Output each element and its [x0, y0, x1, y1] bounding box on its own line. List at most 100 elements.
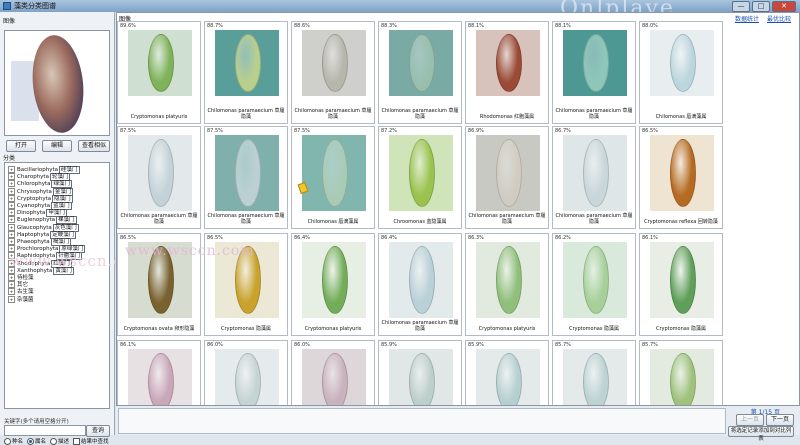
minimize-button[interactable]: —	[732, 1, 750, 12]
similarity-score: 88.7%	[207, 23, 223, 29]
tree-item-label: 杂藻菌	[17, 296, 34, 303]
algae-cell-shape	[148, 353, 174, 405]
thumbnail-cell[interactable]: 86.7% Chilomonas paramaecium 草履隐藻	[552, 126, 636, 229]
thumbnail-cell[interactable]: 86.4% Chilomonas paramaecium 草履隐藻	[378, 233, 462, 336]
maximize-button[interactable]: □	[752, 1, 770, 12]
algae-cell-shape	[322, 353, 348, 405]
thumbnail-cell[interactable]: 86.1%	[117, 340, 201, 405]
algae-cell-shape	[322, 34, 348, 92]
algae-thumbnail	[389, 349, 453, 405]
next-page-button[interactable]: 下一页	[766, 414, 794, 426]
tree-label: 分类	[3, 155, 16, 162]
algae-thumbnail	[563, 135, 627, 211]
algae-thumbnail	[563, 242, 627, 318]
edit-button[interactable]: 编辑	[42, 140, 72, 152]
watermark: www.wsccn.com	[125, 243, 255, 259]
thumbnail-cell[interactable]: 88.0% Chilomonas 唇滴藻属	[639, 21, 723, 124]
search-button[interactable]: 查询	[86, 425, 110, 437]
search-in-results-checkbox[interactable]: 结果中查找	[73, 437, 109, 445]
algae-cell-shape	[670, 353, 696, 405]
similarity-score: 86.5%	[642, 128, 658, 134]
algae-thumbnail	[476, 349, 540, 405]
similarity-score: 86.9%	[468, 128, 484, 134]
thumbnail-cell[interactable]: 86.1% Cryptomonas 隐藻属	[639, 233, 723, 336]
thumbnail-cell[interactable]: 87.2% Chroomonas 蓝隐藻属	[378, 126, 462, 229]
keyword-label: 关键字(多个请用空格分开)	[4, 419, 69, 425]
thumbnail-cell[interactable]: 88.1% Rhodomonas 红胞藻属	[465, 21, 549, 124]
thumbnail-cell[interactable]: 88.1% Chilomonas paramaecium 草履隐藻	[552, 21, 636, 124]
thumbnail-cell[interactable]: 87.5% Chilomonas 唇滴藻属	[291, 126, 375, 229]
species-caption: Chroomonas 蓝隐藻属	[393, 219, 447, 225]
species-caption: Rhodomonas 红胞藻属	[479, 114, 535, 120]
algae-thumbnail	[563, 30, 627, 96]
thumbnail-cell[interactable]: 86.3% Cryptomonas platyuris	[465, 233, 549, 336]
thumbnail-cell[interactable]: 88.3% Chilomonas paramaecium 草履隐藻	[378, 21, 462, 124]
species-caption: Chilomonas paramaecium 草履隐藻	[207, 213, 285, 225]
algae-cell-shape	[583, 353, 609, 405]
species-caption: Cryptomonas 隐藻属	[220, 326, 272, 332]
left-panel: 图像 打开 编辑 查看相似 分类 + Bacillariophyta 硅藻门 + Cha…	[0, 12, 147, 445]
close-button[interactable]: ✕	[772, 1, 796, 12]
prev-page-button[interactable]: 上一页	[736, 414, 764, 426]
expand-icon[interactable]: +	[8, 295, 15, 303]
thumbnail-cell[interactable]: 87.5% Chilomonas paramaecium 草履隐藻	[204, 126, 288, 229]
thumbnail-cell[interactable]: 86.2% Cryptomonas 隐藻属	[552, 233, 636, 336]
species-caption: Chilomonas paramaecium 草履隐藻	[381, 108, 459, 120]
algae-cell-shape	[496, 246, 522, 314]
algae-thumbnail	[128, 349, 192, 405]
radio-species[interactable]: 种名	[4, 437, 23, 445]
thumbnail-cell[interactable]: 86.0%	[204, 340, 288, 405]
algae-cell-shape	[409, 34, 435, 92]
species-caption: Chilomonas paramaecium 草履隐藻	[555, 108, 633, 120]
algae-cell-shape	[670, 246, 696, 314]
species-caption: Cryptomonas platyuris	[478, 326, 536, 332]
thumbnail-cell[interactable]: 85.7%	[639, 340, 723, 405]
similarity-score: 88.1%	[468, 23, 484, 29]
species-caption: Cryptomonas platyuris	[304, 326, 362, 332]
preview-label: 图像	[3, 18, 16, 25]
thumbnail-cell[interactable]: 85.7%	[552, 340, 636, 405]
algae-thumbnail	[650, 349, 714, 405]
radio-genus[interactable]: 属名	[27, 437, 46, 445]
notes-area[interactable]	[118, 408, 726, 434]
algae-cell-shape	[583, 34, 609, 92]
species-caption: Chilomonas 唇滴藻属	[655, 114, 707, 120]
thumbnail-cell[interactable]: 85.9%	[378, 340, 462, 405]
species-caption: Chilomonas paramaecium 草履隐藻	[294, 108, 372, 120]
thumbnail-cell[interactable]: 86.0%	[291, 340, 375, 405]
algae-thumbnail	[215, 30, 279, 96]
statistics-link[interactable]: 数据统计	[735, 14, 759, 23]
thumbnail-cell[interactable]: 89.6% Cryptomonas platyuris	[117, 21, 201, 124]
thumbnail-cell[interactable]: 86.4% Cryptomonas platyuris	[291, 233, 375, 336]
similarity-score: 86.3%	[468, 235, 484, 241]
thumbnail-cell[interactable]: 86.5% Cryptomonas reflexa 回转隐藻	[639, 126, 723, 229]
species-caption: Cryptomonas 隐藻属	[655, 326, 707, 332]
species-caption: Cryptomonas platyuris	[130, 114, 188, 120]
thumbnail-cell[interactable]: 87.5% Chilomonas paramaecium 草履隐藻	[117, 126, 201, 229]
category-tree[interactable]: + Bacillariophyta 硅藻门 + Charophyta 轮藻门 + Chloro…	[4, 162, 110, 409]
best-compare-link[interactable]: 最优比较	[767, 14, 791, 23]
thumbnail-cell[interactable]: 88.7% Chilomonas paramaecium 草履隐藻	[204, 21, 288, 124]
species-caption: Chilomonas paramaecium 草履隐藻	[381, 320, 459, 332]
algae-cell-shape	[235, 353, 261, 405]
keyword-input[interactable]	[4, 425, 86, 436]
bottom-bar: 第 1/15 页 上一页 下一页 将选定记录添加到对比列表	[116, 406, 800, 442]
algae-cell-shape	[496, 34, 522, 92]
algae-cell-shape	[409, 246, 435, 314]
similarity-score: 85.7%	[555, 342, 571, 348]
open-button[interactable]: 打开	[6, 140, 36, 152]
similarity-score: 86.5%	[207, 235, 223, 241]
tree-item[interactable]: + 杂藻菌	[8, 295, 34, 303]
species-caption: Chilomonas paramaecium 草履隐藻	[207, 108, 285, 120]
thumbnail-cell[interactable]: 88.6% Chilomonas paramaecium 草履隐藻	[291, 21, 375, 124]
algae-thumbnail	[215, 349, 279, 405]
preview-image	[4, 30, 110, 136]
thumbnail-cell[interactable]: 85.9%	[465, 340, 549, 405]
algae-cell-shape	[148, 139, 174, 207]
algae-cell-shape	[322, 139, 348, 207]
thumbnail-cell[interactable]: 86.9% Chilomonas paramaecium 草履隐藻	[465, 126, 549, 229]
view-similar-button[interactable]: 查看相似	[78, 140, 110, 152]
radio-description[interactable]: 描述	[50, 437, 69, 445]
algae-cell-shape	[496, 139, 522, 207]
add-to-compare-button[interactable]: 将选定记录添加到对比列表	[728, 426, 794, 442]
